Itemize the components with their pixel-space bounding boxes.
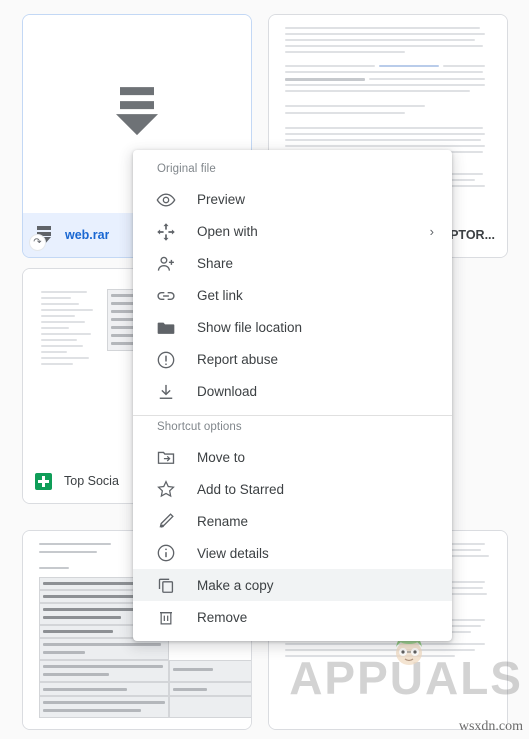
menu-item-label: Rename: [197, 513, 249, 529]
eye-icon: [155, 189, 177, 211]
menu-item-preview[interactable]: Preview: [133, 184, 452, 216]
menu-item-label: Share: [197, 256, 234, 271]
menu-item-open-with[interactable]: Open with ›: [133, 216, 452, 248]
menu-item-download[interactable]: Download: [133, 376, 452, 408]
trash-icon: [155, 606, 177, 628]
menu-item-label: Download: [197, 384, 258, 399]
menu-item-label: Make a copy: [197, 577, 274, 593]
menu-item-label: View details: [197, 545, 269, 561]
person-add-icon: [155, 253, 177, 275]
drive-files-view: ↷ web.rar IPTOR... Top Socia APPUALS wsx…: [0, 0, 529, 739]
menu-item-label: Add to Starred: [197, 481, 285, 497]
open-with-icon: [155, 221, 177, 243]
copy-icon: [155, 574, 177, 596]
context-menu[interactable]: Original file Preview Open with › Share …: [133, 150, 452, 641]
alert-icon: [155, 349, 177, 371]
menu-item-view-details[interactable]: View details: [133, 537, 452, 569]
file-name-label: web.rar: [65, 228, 110, 242]
menu-item-label: Remove: [197, 609, 248, 625]
menu-item-rename[interactable]: Rename: [133, 505, 452, 537]
menu-item-share[interactable]: Share: [133, 248, 452, 280]
menu-item-make-a-copy[interactable]: Make a copy: [133, 569, 452, 601]
star-icon: [155, 478, 177, 500]
menu-item-label: Move to: [197, 449, 246, 465]
menu-section-label-original-file: Original file: [157, 163, 216, 175]
menu-item-remove[interactable]: Remove: [133, 601, 452, 633]
download-icon: [155, 381, 177, 403]
menu-item-label: Open with: [197, 224, 258, 239]
menu-item-label: Get link: [197, 288, 243, 303]
pencil-icon: [155, 510, 177, 532]
menu-section-label-shortcut-options: Shortcut options: [157, 420, 242, 433]
info-icon: [155, 542, 177, 564]
menu-item-report-abuse[interactable]: Report abuse: [133, 344, 452, 376]
chevron-right-icon: ›: [429, 224, 434, 239]
menu-item-label: Show file location: [197, 320, 303, 335]
menu-item-label: Report abuse: [197, 352, 279, 367]
folder-icon: [155, 317, 177, 339]
file-name-label: Top Socia: [64, 474, 119, 488]
menu-item-show-file-location[interactable]: Show file location: [133, 312, 452, 344]
menu-item-get-link[interactable]: Get link: [133, 280, 452, 312]
shortcut-badge-icon: ↷: [29, 234, 46, 251]
menu-item-move-to[interactable]: Move to: [133, 441, 452, 473]
watermark-url: wsxdn.com: [458, 719, 523, 734]
rar-archive-icon: ↷: [29, 225, 53, 251]
move-to-folder-icon: [155, 446, 177, 468]
google-sheets-icon: [35, 472, 52, 490]
file-name-label: IPTOR...: [446, 228, 495, 242]
link-icon: [155, 285, 177, 307]
menu-item-label: Preview: [197, 192, 246, 207]
menu-item-add-to-starred[interactable]: Add to Starred: [133, 473, 452, 505]
